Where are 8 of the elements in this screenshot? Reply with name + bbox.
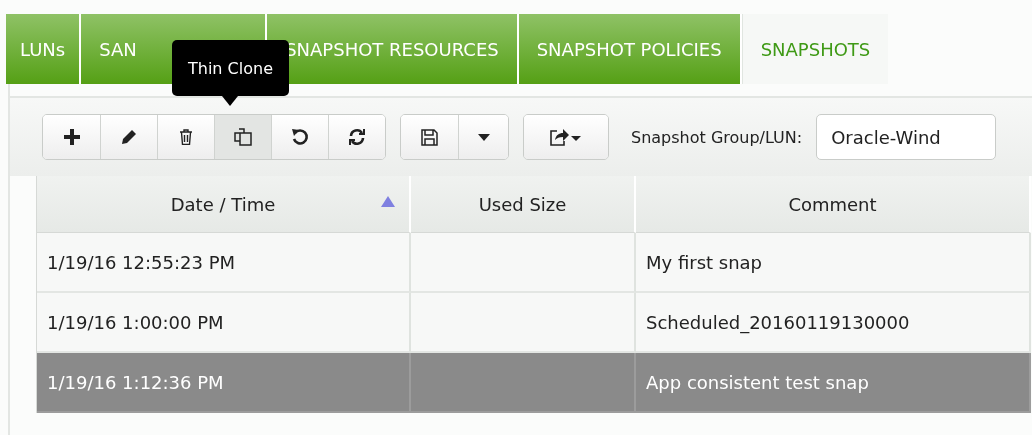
tooltip: Thin Clone (172, 40, 289, 106)
table-cell: 1/19/16 12:55:23 PM (37, 233, 411, 293)
table-cell: App consistent test snap (636, 353, 1031, 413)
table-cell: 1/19/16 1:12:36 PM (37, 353, 411, 413)
table-cell: My first snap (636, 233, 1031, 293)
table-cell: Scheduled_20160119130000 (636, 293, 1031, 353)
field-label: Snapshot Group/LUN: (631, 127, 803, 147)
table-cell: 1/19/16 1:00:00 PM (37, 293, 411, 353)
